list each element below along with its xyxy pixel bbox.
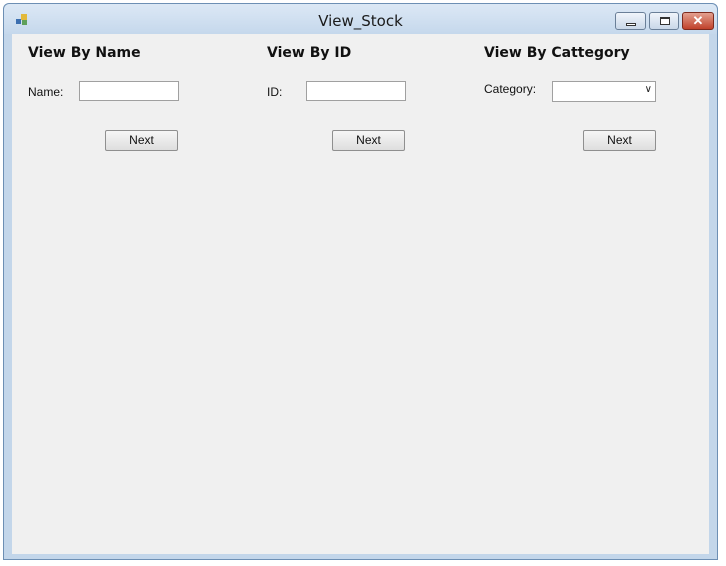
chevron-down-icon[interactable]: ∨	[645, 84, 652, 95]
maximize-button[interactable]	[649, 12, 679, 30]
maximize-icon	[660, 17, 670, 25]
window-title: View_Stock	[318, 12, 403, 30]
minimize-button[interactable]	[615, 12, 646, 30]
minimize-icon	[626, 23, 636, 26]
name-label: Name:	[28, 85, 64, 99]
view-by-name-heading: View By Name	[28, 45, 141, 61]
next-by-category-button[interactable]: Next	[583, 130, 656, 151]
close-button[interactable]: ✕	[682, 12, 714, 30]
next-by-name-button[interactable]: Next	[105, 130, 178, 151]
view-stock-window: View_Stock ✕ View By Name Name: Next Vie…	[3, 3, 718, 560]
category-label: Category:	[484, 82, 537, 96]
name-input[interactable]	[79, 81, 179, 101]
view-by-id-heading: View By ID	[267, 45, 352, 61]
close-icon: ✕	[692, 13, 704, 28]
id-label: ID:	[267, 85, 283, 99]
view-by-category-heading: View By Cattegory	[484, 45, 630, 61]
form-client-area: View By Name Name: Next View By ID ID: N…	[12, 34, 709, 554]
next-by-id-button[interactable]: Next	[332, 130, 405, 151]
category-select[interactable]: ∨	[552, 81, 656, 102]
title-bar[interactable]: View_Stock ✕	[4, 4, 717, 34]
id-input[interactable]	[306, 81, 406, 101]
